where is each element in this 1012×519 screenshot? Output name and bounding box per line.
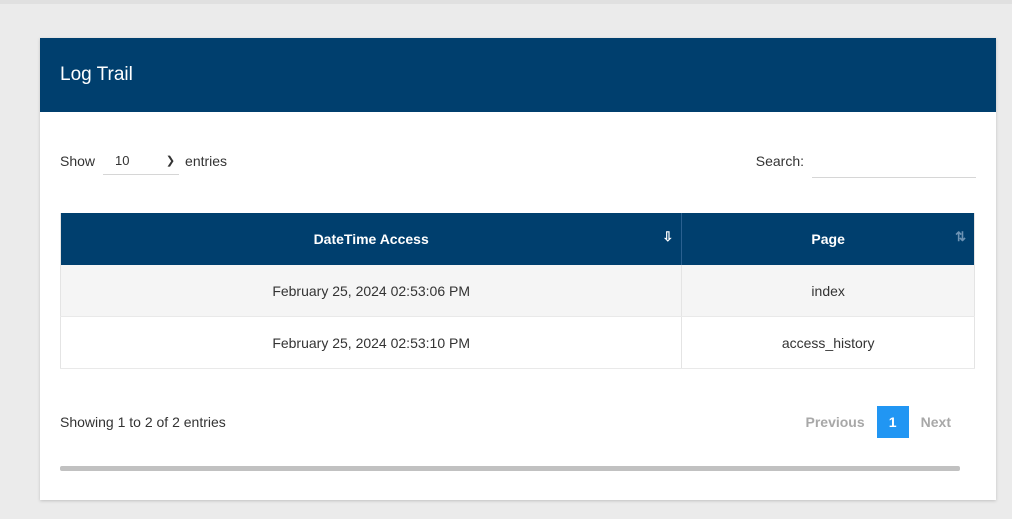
table-row: February 25, 2024 02:53:10 PM access_his… [60,316,975,369]
show-label: Show [60,153,96,169]
card-title: Log Trail [60,64,133,85]
column-header-page[interactable]: Page ⇅ [681,213,975,265]
column-header-label: Page [811,231,845,247]
cell-page: access_history [681,316,975,369]
horizontal-scrollbar[interactable] [60,466,960,471]
table-header-row: DateTime Access ⇩ Page ⇅ [60,213,975,265]
next-button[interactable]: Next [911,406,961,438]
pagination: Previous 1 Next [796,406,962,438]
sort-descending-icon: ⇩ [662,229,674,244]
cell-datetime: February 25, 2024 02:53:06 PM [60,265,683,317]
previous-button[interactable]: Previous [796,406,875,438]
page-1-button[interactable]: 1 [876,406,909,438]
entries-length-control: Show 10 ❯ entries [60,147,227,175]
search-input[interactable] [812,144,976,178]
table-controls: Show 10 ❯ entries Search: [60,144,976,178]
cell-datetime: February 25, 2024 02:53:10 PM [60,316,683,369]
column-header-datetime[interactable]: DateTime Access ⇩ [60,213,683,265]
chevron-down-icon: ❯ [165,155,176,167]
table-info: Showing 1 to 2 of 2 entries [60,414,226,430]
entries-select-value: 10 [115,153,130,168]
top-border [0,0,1012,4]
search-label: Search: [755,153,804,169]
search-control: Search: [755,144,976,178]
sort-both-icon: ⇅ [955,229,966,244]
table-footer: Showing 1 to 2 of 2 entries Previous 1 N… [60,406,961,438]
column-header-label: DateTime Access [313,231,429,247]
entries-select[interactable]: 10 ❯ [103,147,180,175]
cell-page: index [681,265,975,317]
log-table: DateTime Access ⇩ Page ⇅ February 25, 20… [60,213,975,369]
card-header: Log Trail [40,38,996,112]
table-row: February 25, 2024 02:53:06 PM index [60,265,975,317]
log-trail-card: Log Trail Show 10 ❯ entries Search: Date… [40,38,996,500]
entries-label: entries [185,153,228,169]
